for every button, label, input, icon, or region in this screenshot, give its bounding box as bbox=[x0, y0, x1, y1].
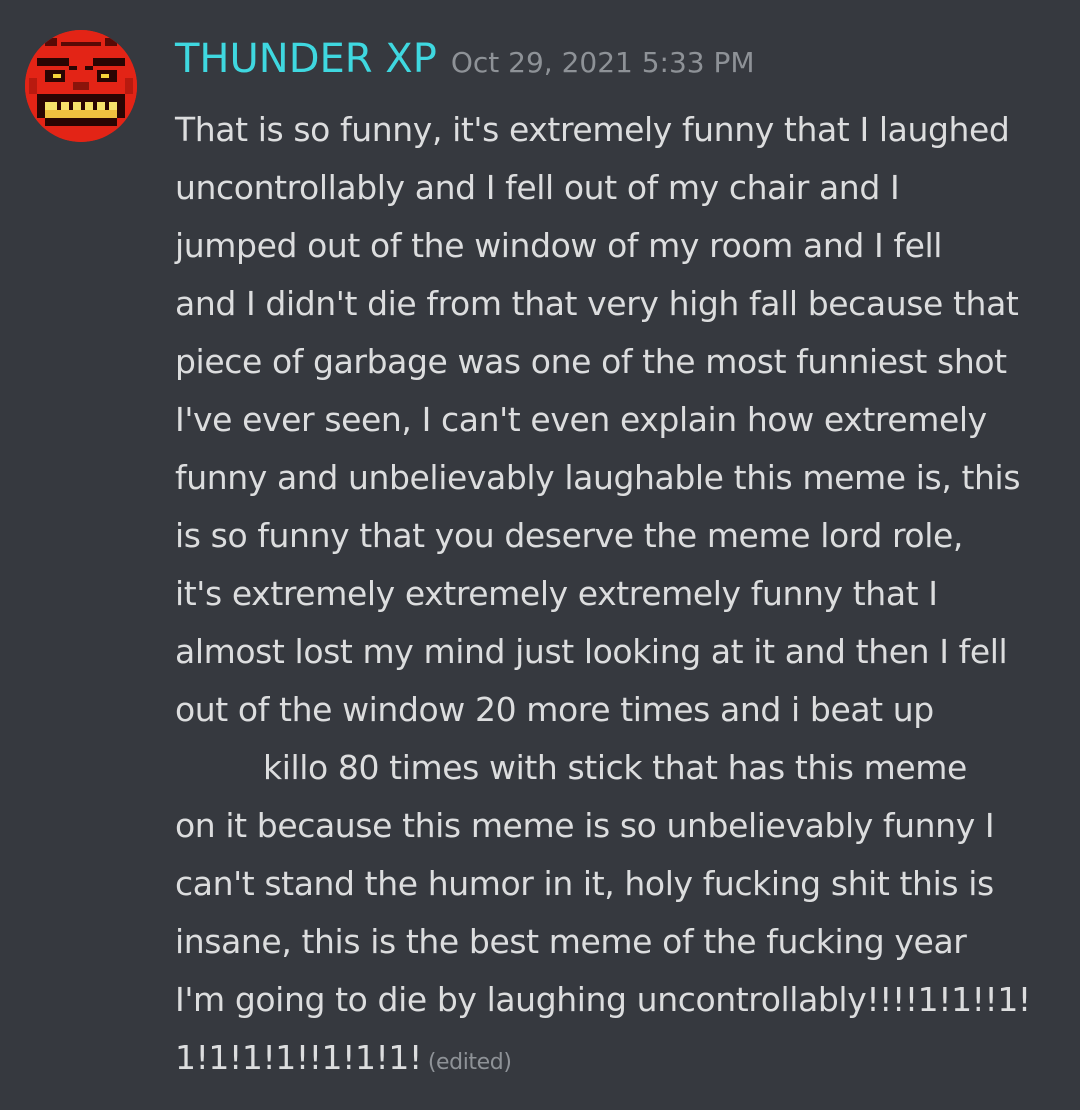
username[interactable]: THUNDER XP bbox=[175, 36, 437, 82]
message-line: uncontrollably and I fell out of my chai… bbox=[175, 168, 900, 207]
message-last-line: 1!1!1!1!!1!1!1! (edited) bbox=[175, 1029, 1070, 1092]
message-line: killo 80 times with stick that has this … bbox=[263, 748, 967, 787]
pixel-red-grinning-face-icon bbox=[25, 30, 137, 142]
chat-message: THUNDER XP Oct 29, 2021 5:33 PM That is s… bbox=[0, 0, 1080, 1110]
message-line: is so funny that you deserve the meme lo… bbox=[175, 516, 963, 555]
message-line: I've ever seen, I can't even explain how… bbox=[175, 400, 987, 439]
message-line: piece of garbage was one of the most fun… bbox=[175, 342, 1007, 381]
message-line: funny and unbelievably laughable this me… bbox=[175, 458, 1021, 497]
message-line: out of the window 20 more times and i be… bbox=[175, 690, 934, 729]
message-line: I'm going to die by laughing uncontrolla… bbox=[175, 980, 1031, 1019]
timestamp: Oct 29, 2021 5:33 PM bbox=[450, 46, 755, 79]
message-line: and I didn't die from that very high fal… bbox=[175, 284, 1019, 323]
message-line: That is so funny, it's extremely funny t… bbox=[175, 110, 1010, 149]
message-line: jumped out of the window of my room and … bbox=[175, 226, 943, 265]
message-line: it's extremely extremely extremely funny… bbox=[175, 574, 938, 613]
message-line: insane, this is the best meme of the fuc… bbox=[175, 922, 967, 961]
message-header: THUNDER XP Oct 29, 2021 5:33 PM bbox=[175, 36, 755, 96]
message-line-text: 1!1!1!1!!1!1!1! bbox=[175, 1038, 422, 1077]
edited-label: (edited) bbox=[427, 1050, 512, 1075]
message-line: on it because this meme is so unbelievab… bbox=[175, 806, 995, 845]
avatar[interactable] bbox=[25, 30, 137, 142]
message-line: almost lost my mind just looking at it a… bbox=[175, 632, 1008, 671]
message-line: can't stand the humor in it, holy fuckin… bbox=[175, 864, 994, 903]
message-content: That is so funny, it's extremely funny t… bbox=[175, 101, 1070, 1092]
